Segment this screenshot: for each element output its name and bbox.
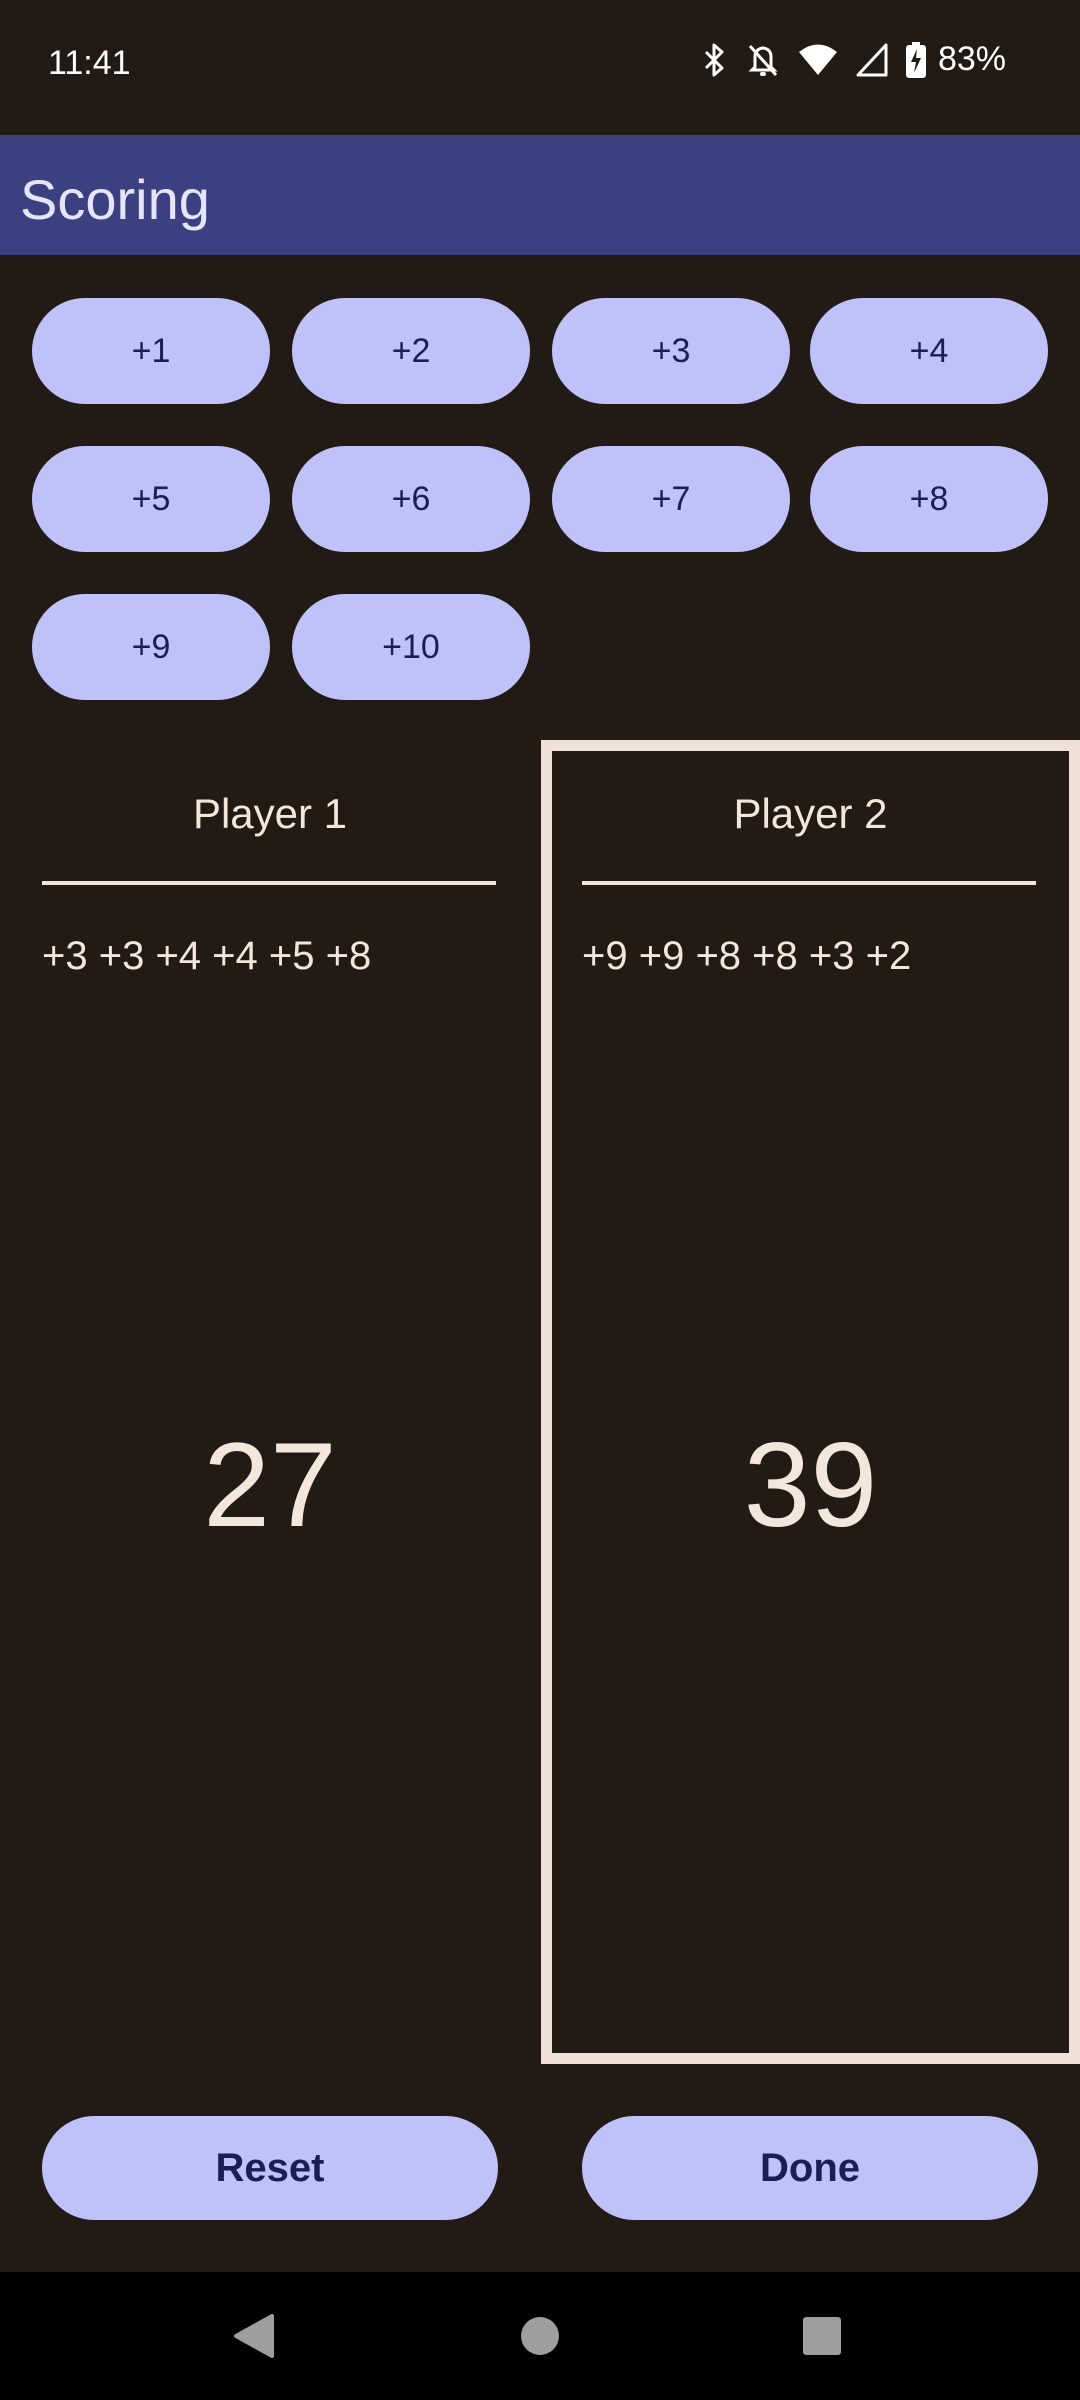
bluetooth-icon — [702, 42, 728, 78]
player-1-divider — [42, 881, 496, 885]
add-3-button[interactable]: +3 — [552, 298, 790, 404]
player-2-panel[interactable]: Player 2 +9 +9 +8 +8 +3 +2 39 — [541, 740, 1080, 2064]
status-time: 11:41 — [48, 44, 131, 82]
wifi-icon — [798, 43, 838, 77]
add-5-button[interactable]: +5 — [32, 446, 270, 552]
recents-icon[interactable] — [762, 2272, 882, 2400]
player-2-score-history: +9 +9 +8 +8 +3 +2 — [582, 934, 912, 978]
player-2-total: 39 — [743, 1418, 878, 1552]
add-7-button[interactable]: +7 — [552, 446, 790, 552]
home-icon[interactable] — [480, 2272, 600, 2400]
done-button[interactable]: Done — [582, 2116, 1038, 2220]
battery-charging-icon — [905, 41, 926, 78]
add-2-button[interactable]: +2 — [292, 298, 530, 404]
player-1-name: Player 1 — [192, 790, 348, 837]
add-9-button[interactable]: +9 — [32, 594, 270, 700]
add-4-button[interactable]: +4 — [810, 298, 1048, 404]
battery-percent: 83% — [937, 40, 1006, 78]
add-1-button[interactable]: +1 — [32, 298, 270, 404]
page-title: Scoring — [20, 168, 210, 231]
add-10-button[interactable]: +10 — [292, 594, 530, 700]
reset-button[interactable]: Reset — [42, 2116, 498, 2220]
back-icon[interactable] — [194, 2272, 314, 2400]
player-1-score-history: +3 +3 +4 +4 +5 +8 — [42, 934, 372, 978]
cellular-signal-icon — [856, 43, 888, 77]
status-icons: 83% — [702, 40, 1006, 79]
add-6-button[interactable]: +6 — [292, 446, 530, 552]
player-1-panel[interactable]: Player 1 +3 +3 +4 +4 +5 +8 27 — [0, 740, 540, 2064]
player-2-divider — [582, 881, 1036, 885]
notifications-off-icon — [746, 42, 780, 78]
status-bar: 11:41 83% — [0, 0, 1080, 135]
navigation-bar — [0, 2272, 1080, 2400]
add-8-button[interactable]: +8 — [810, 446, 1048, 552]
player-1-total: 27 — [203, 1418, 337, 1552]
player-2-name: Player 2 — [733, 790, 888, 837]
app-bar: Scoring — [0, 135, 1080, 255]
